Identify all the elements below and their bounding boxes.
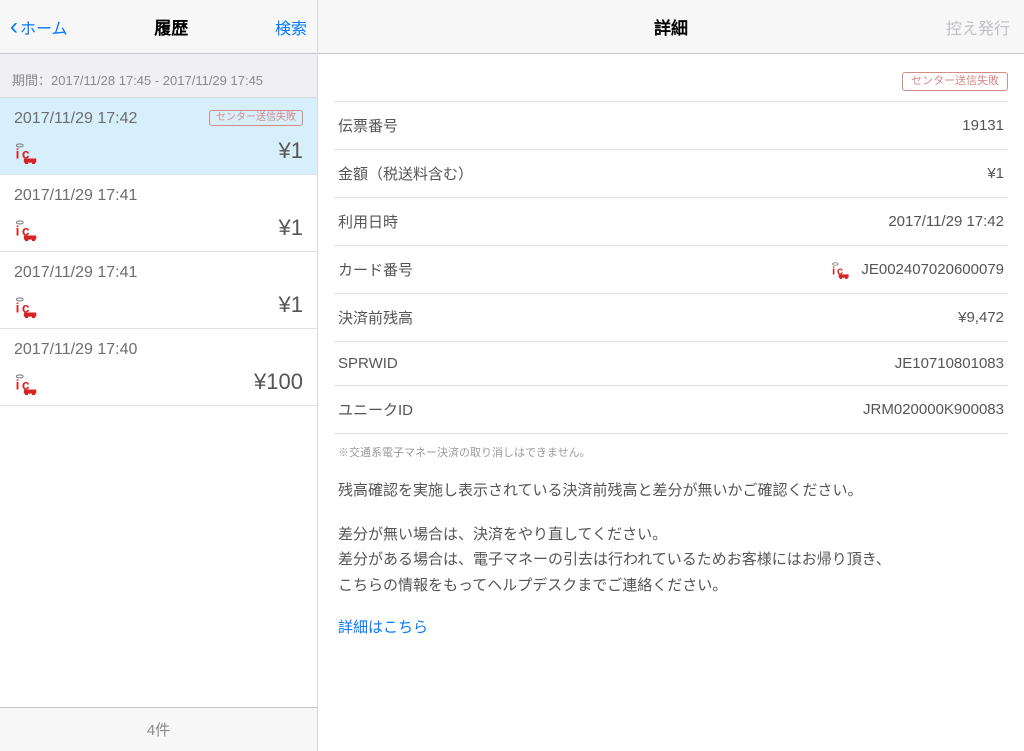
detail-row: 伝票番号 19131: [334, 102, 1008, 150]
detail-value: JE10710801083: [895, 355, 1004, 372]
detail-value: ¥9,472: [958, 309, 1004, 326]
svg-text:i: i: [16, 378, 20, 393]
svg-text:i: i: [16, 147, 20, 162]
period-bar: 期間：2017/11/28 17:45 - 2017/11/29 17:45: [0, 54, 317, 98]
status-row: センター送信失敗: [334, 54, 1008, 102]
history-item-top: 2017/11/29 17:42 センター送信失敗: [14, 110, 303, 128]
instruction-2: 差分が無い場合は、決済をやり直してください。差分がある場合は、電子マネーの引去は…: [334, 504, 1008, 599]
history-item[interactable]: 2017/11/29 17:40 ic ¥100: [0, 329, 317, 406]
detail-row: 決済前残高 ¥9,472: [334, 294, 1008, 342]
history-item-date: 2017/11/29 17:41: [14, 187, 137, 205]
history-item-date: 2017/11/29 17:40: [14, 341, 137, 359]
history-list[interactable]: 2017/11/29 17:42センター送信失敗ic¥12017/11/29 1…: [0, 98, 317, 707]
detail-value-text: JE10710801083: [895, 355, 1004, 372]
detail-label: 金額（税送料含む）: [338, 163, 473, 184]
detail-value: 2017/11/29 17:42: [888, 213, 1004, 230]
detail-label: 伝票番号: [338, 115, 398, 136]
detail-value: ¥1: [987, 165, 1004, 182]
detail-pane: 詳細 控え発行 センター送信失敗 伝票番号 19131 金額（税送料含む） ¥1 利用日…: [318, 0, 1024, 751]
detail-value-text: 19131: [962, 117, 1004, 134]
detail-row: SPRWID JE10710801083: [334, 342, 1008, 386]
history-item[interactable]: 2017/11/29 17:41 ic ¥1: [0, 252, 317, 329]
detail-value-text: ¥1: [987, 165, 1004, 182]
detail-rows: 伝票番号 19131 金額（税送料含む） ¥1 利用日時 2017/11/29 17:42…: [334, 102, 1008, 434]
chevron-left-icon: ‹: [10, 15, 18, 39]
ic-card-icon: ic: [831, 261, 853, 279]
svg-text:i: i: [16, 224, 20, 239]
detail-row: カード番号 ic JE002407020600079: [334, 246, 1008, 294]
history-item-bottom: ic ¥1: [14, 138, 303, 164]
detail-value: ic JE002407020600079: [831, 261, 1004, 279]
history-item-date: 2017/11/29 17:41: [14, 264, 137, 282]
history-footer: 4件: [0, 707, 317, 751]
detail-title: 詳細: [654, 14, 688, 39]
detail-row: 利用日時 2017/11/29 17:42: [334, 198, 1008, 246]
detail-value-text: 2017/11/29 17:42: [888, 213, 1004, 230]
history-item-top: 2017/11/29 17:40: [14, 341, 303, 359]
app-root: ‹ ホーム 履歴 検索 期間：2017/11/28 17:45 - 2017/1…: [0, 0, 1024, 751]
ic-card-icon: ic: [14, 219, 42, 241]
svg-text:i: i: [832, 265, 835, 277]
history-pane: ‹ ホーム 履歴 検索 期間：2017/11/28 17:45 - 2017/1…: [0, 0, 318, 751]
error-badge: センター送信失敗: [209, 110, 303, 126]
cancel-note: ※交通系電子マネー決済の取り消しはできません。: [334, 434, 1008, 460]
detail-value: 19131: [962, 117, 1004, 134]
history-title: 履歴: [154, 14, 188, 39]
detail-label: ユニークID: [338, 399, 413, 420]
detail-label: SPRWID: [338, 355, 398, 372]
history-item-top: 2017/11/29 17:41: [14, 187, 303, 205]
detail-header: 詳細 控え発行: [318, 0, 1024, 54]
detail-value-text: ¥9,472: [958, 309, 1004, 326]
reissue-button[interactable]: 控え発行: [946, 15, 1010, 39]
detail-row: ユニークID JRM020000K900083: [334, 386, 1008, 434]
history-item-bottom: ic ¥1: [14, 215, 303, 241]
history-item-date: 2017/11/29 17:42: [14, 110, 137, 128]
svg-text:i: i: [16, 301, 20, 316]
more-details-link[interactable]: 詳細はこちら: [334, 598, 432, 637]
back-button[interactable]: ‹ ホーム: [10, 15, 68, 39]
detail-value-text: JE002407020600079: [861, 261, 1004, 278]
detail-label: 決済前残高: [338, 307, 413, 328]
history-item-amount: ¥1: [279, 138, 303, 164]
detail-value: JRM020000K900083: [863, 401, 1004, 418]
history-item-bottom: ic ¥1: [14, 292, 303, 318]
search-button[interactable]: 検索: [275, 15, 307, 39]
ic-card-icon: ic: [14, 142, 42, 164]
history-item-top: 2017/11/29 17:41: [14, 264, 303, 282]
ic-card-icon: ic: [14, 296, 42, 318]
history-item-amount: ¥100: [254, 369, 303, 395]
history-item[interactable]: 2017/11/29 17:42 センター送信失敗 ic ¥1: [0, 98, 317, 175]
status-badge: センター送信失敗: [902, 72, 1008, 91]
detail-label: カード番号: [338, 259, 413, 280]
history-item[interactable]: 2017/11/29 17:41 ic ¥1: [0, 175, 317, 252]
history-item-bottom: ic ¥100: [14, 369, 303, 395]
detail-value-text: JRM020000K900083: [863, 401, 1004, 418]
history-header: ‹ ホーム 履歴 検索: [0, 0, 317, 54]
instruction-1: 残高確認を実施し表示されている決済前残高と差分が無いかご確認ください。: [334, 460, 1008, 504]
detail-row: 金額（税送料含む） ¥1: [334, 150, 1008, 198]
history-item-amount: ¥1: [279, 292, 303, 318]
back-label: ホーム: [20, 15, 68, 39]
detail-label: 利用日時: [338, 211, 398, 232]
history-item-amount: ¥1: [279, 215, 303, 241]
detail-body: センター送信失敗 伝票番号 19131 金額（税送料含む） ¥1 利用日時 2017/11…: [318, 54, 1024, 751]
ic-card-icon: ic: [14, 373, 42, 395]
